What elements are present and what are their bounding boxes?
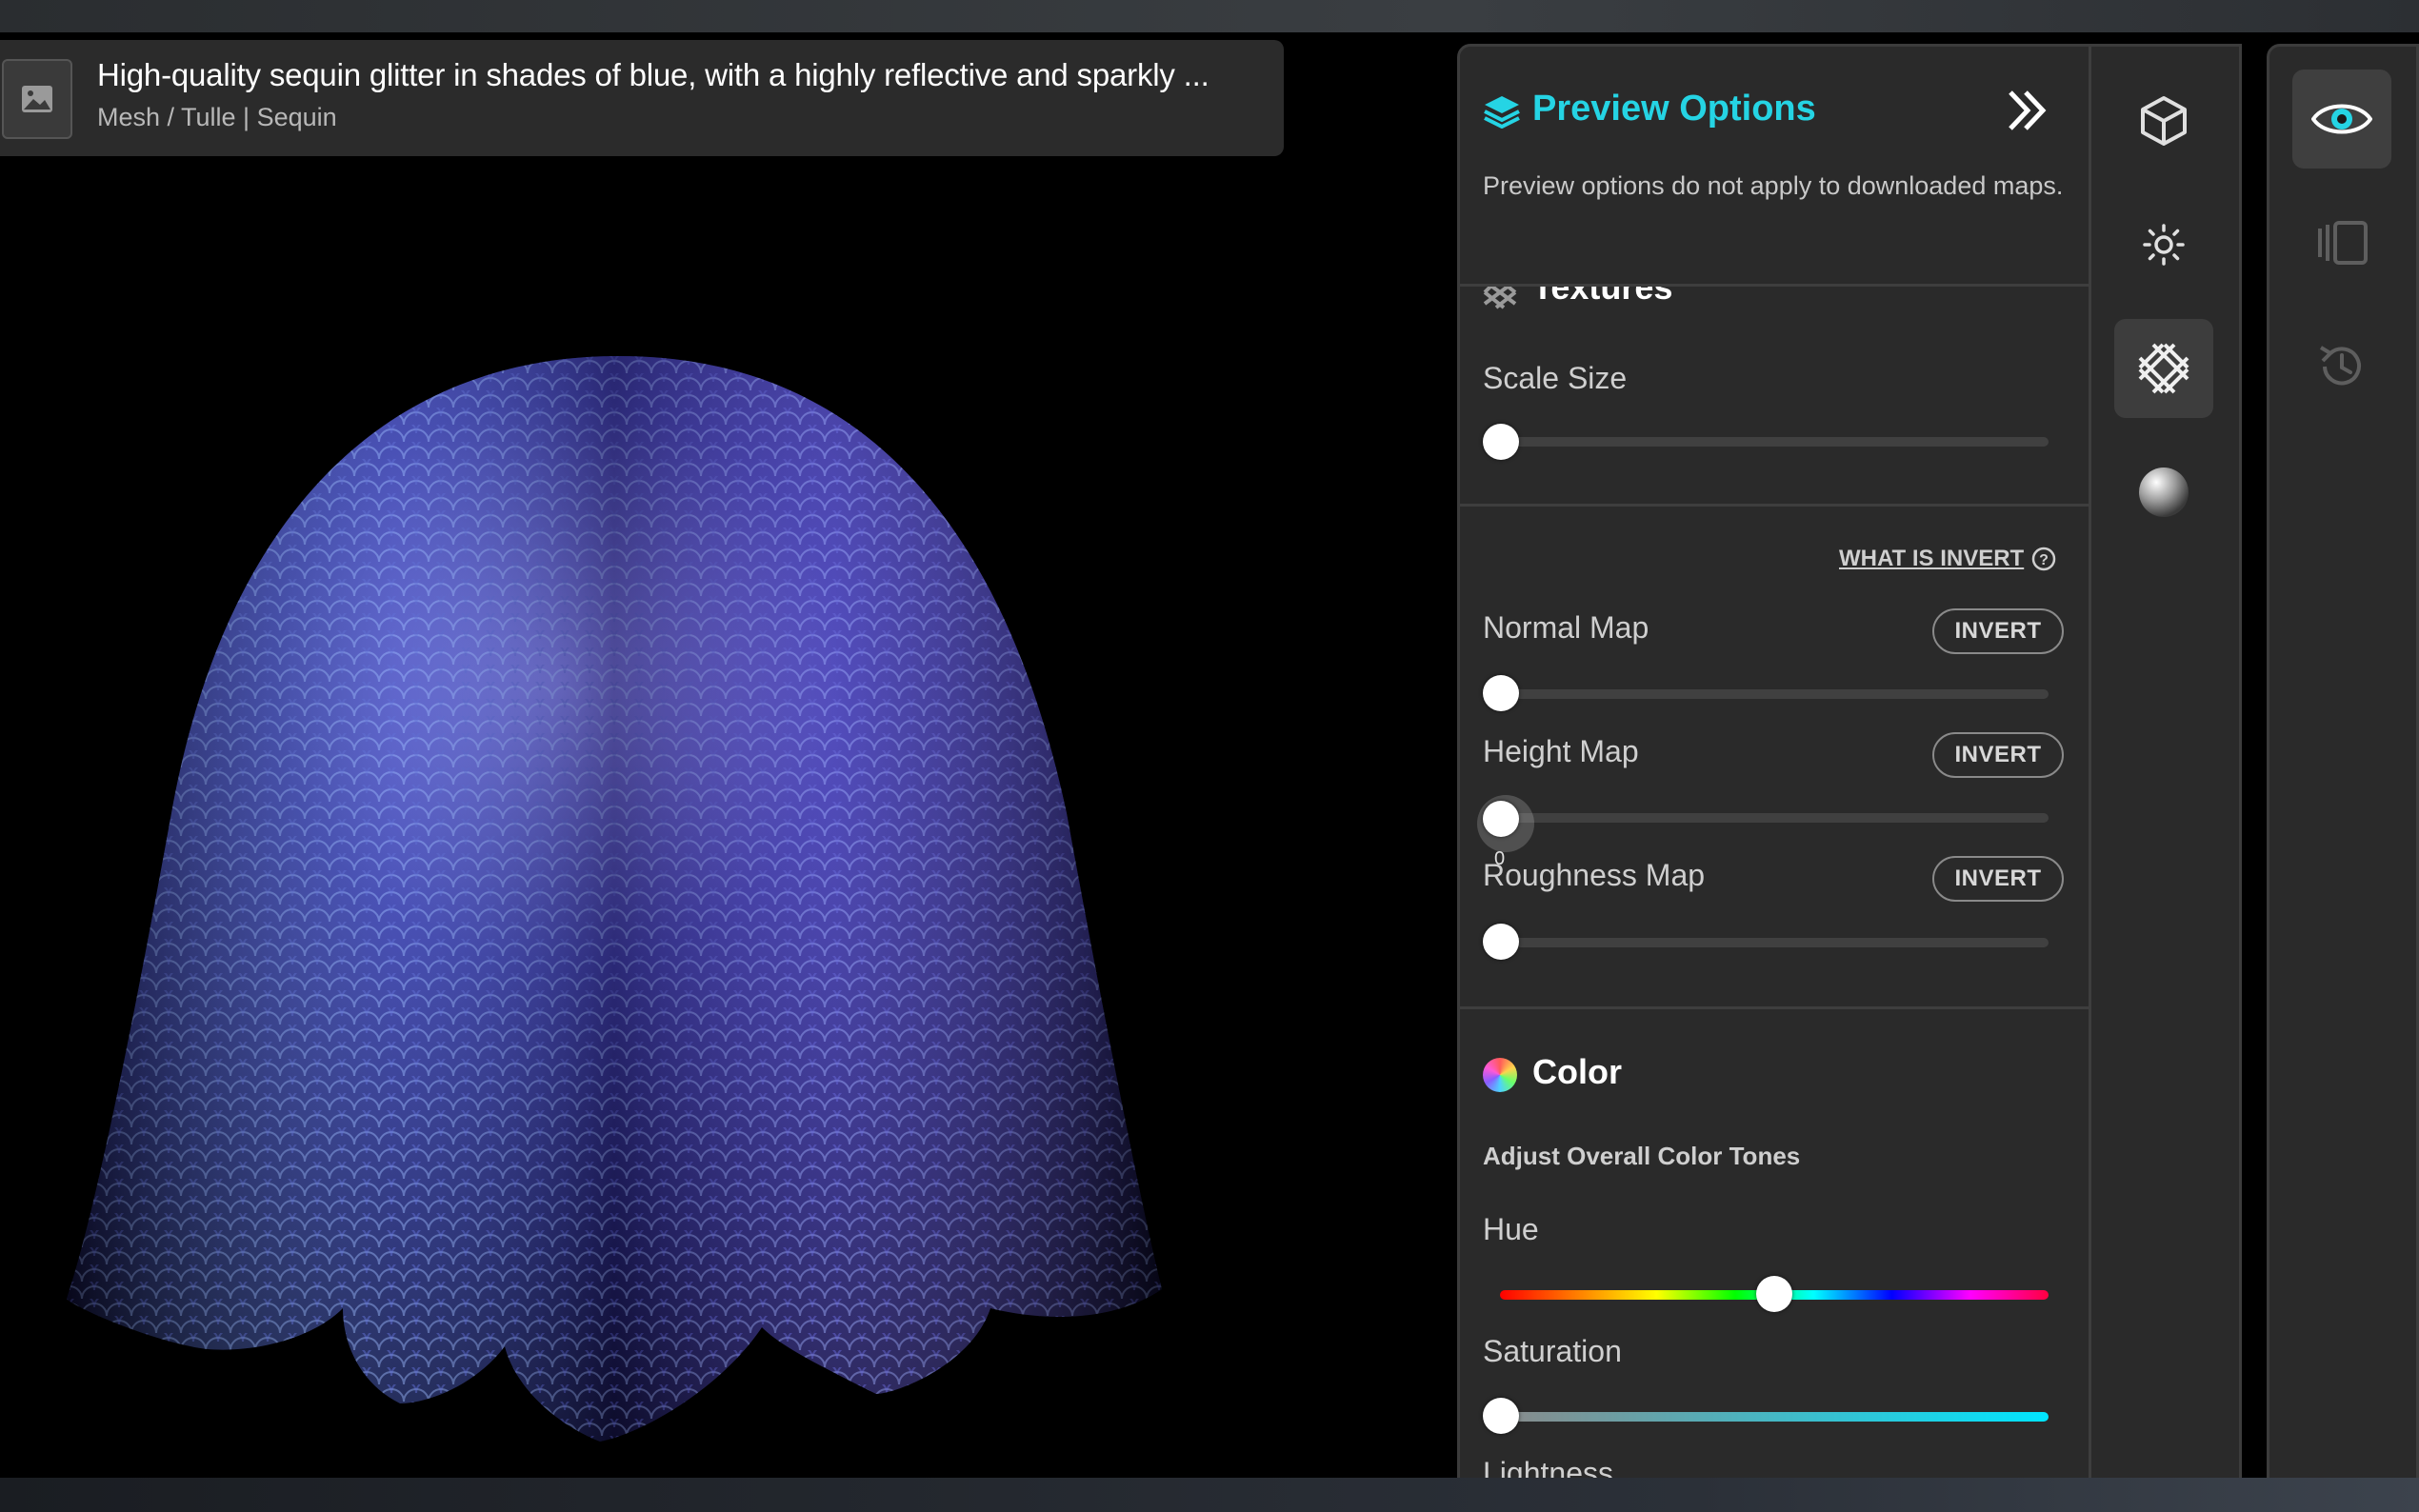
cube-icon[interactable] <box>2114 71 2213 170</box>
texture-grid-icon[interactable] <box>2114 319 2213 418</box>
color-subheading: Adjust Overall Color Tones <box>1483 1142 1801 1170</box>
scale-size-label: Scale Size <box>1483 361 1628 395</box>
color-wheel-icon <box>1483 1058 1517 1092</box>
what-is-invert-label: WHAT IS INVERT <box>1839 546 2025 571</box>
height-map-invert-button[interactable]: INVERT <box>1932 732 2064 778</box>
sphere-icon[interactable] <box>2114 443 2213 542</box>
divider <box>1460 504 2089 507</box>
what-is-invert-link[interactable]: WHAT IS INVERT ? <box>1839 546 2056 572</box>
panel-header: Preview Options Preview options do not a… <box>1460 47 2089 287</box>
saturation-thumb[interactable] <box>1483 1398 1519 1434</box>
sun-icon[interactable] <box>2114 195 2213 294</box>
view-toolbar <box>2267 44 2419 1482</box>
saturation-slider[interactable] <box>1500 1412 2049 1422</box>
hue-label: Hue <box>1483 1212 1539 1246</box>
normal-map-slider[interactable] <box>1500 689 2049 699</box>
3d-viewport[interactable] <box>0 32 1448 1478</box>
roughness-map-slider[interactable] <box>1500 938 2049 947</box>
panel-title: Preview Options <box>1532 89 1816 129</box>
split-view-icon[interactable] <box>2292 193 2391 292</box>
saturation-label: Saturation <box>1483 1334 1622 1368</box>
collapse-double-chevron-icon[interactable] <box>2003 87 2050 139</box>
normal-map-invert-button[interactable]: INVERT <box>1932 608 2064 654</box>
svg-text:?: ? <box>2039 552 2049 568</box>
top-bar <box>0 0 2419 32</box>
normal-map-label: Normal Map <box>1483 610 1649 645</box>
roughness-map-thumb[interactable] <box>1483 924 1519 960</box>
scale-size-thumb[interactable] <box>1483 424 1519 460</box>
material-title-card: High-quality sequin glitter in shades of… <box>0 40 1284 156</box>
material-category: Mesh / Tulle | Sequin <box>97 103 337 131</box>
question-icon: ? <box>2031 547 2056 571</box>
roughness-map-invert-button[interactable]: INVERT <box>1932 856 2064 902</box>
height-map-slider[interactable] <box>1500 813 2049 823</box>
normal-map-thumb[interactable] <box>1483 675 1519 711</box>
preview-tools-rail <box>2089 47 2239 1479</box>
height-map-thumb[interactable] <box>1483 801 1519 837</box>
eye-icon[interactable] <box>2292 70 2391 169</box>
material-title: High-quality sequin glitter in shades of… <box>97 57 1210 92</box>
divider <box>1460 1006 2089 1009</box>
image-icon[interactable] <box>2 59 72 139</box>
hue-thumb[interactable] <box>1756 1276 1792 1312</box>
history-icon[interactable] <box>2292 317 2391 416</box>
height-map-label: Height Map <box>1483 734 1639 768</box>
preview-options-panel: Preview Options Preview options do not a… <box>1457 44 2242 1482</box>
color-heading: Color <box>1532 1052 1622 1091</box>
panel-note: Preview options do not apply to download… <box>1483 171 2064 200</box>
roughness-map-label: Roughness Map <box>1483 858 1706 892</box>
bottom-bar <box>0 1478 2419 1512</box>
scale-size-slider[interactable] <box>1500 437 2049 447</box>
layers-icon <box>1483 94 1521 133</box>
material-preview-cloth <box>67 356 1162 1442</box>
